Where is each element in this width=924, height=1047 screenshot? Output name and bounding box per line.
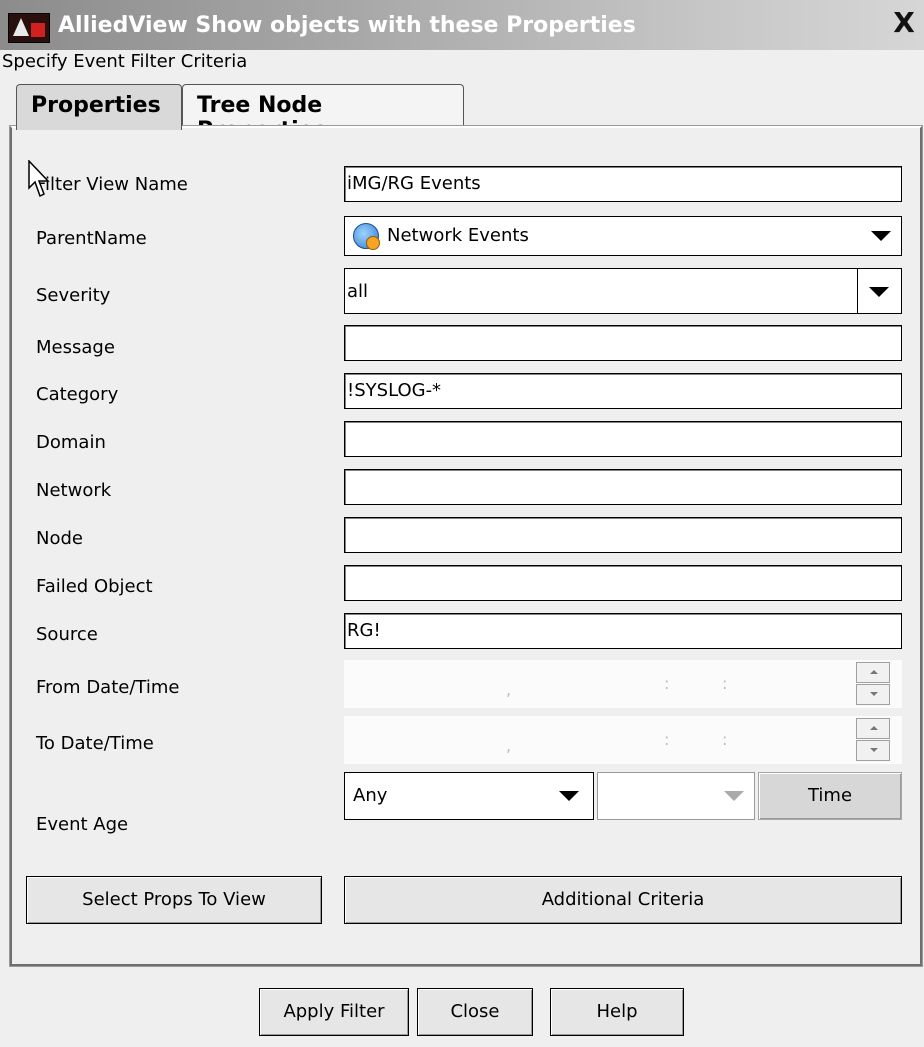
close-button[interactable]: Close xyxy=(417,988,533,1036)
mouse-pointer-icon xyxy=(28,160,50,198)
severity-value: all xyxy=(347,281,369,302)
source-input[interactable]: RG! xyxy=(344,613,902,649)
from-datetime-separator: : xyxy=(664,674,670,693)
spin-down-icon[interactable] xyxy=(856,684,890,705)
tab-properties-label: Properties xyxy=(31,93,161,118)
message-label: Message xyxy=(36,337,115,358)
parent-name-label: ParentName xyxy=(36,228,147,249)
time-button-label: Time xyxy=(807,785,853,806)
failed-object-label: Failed Object xyxy=(36,576,153,597)
category-label: Category xyxy=(36,384,119,405)
additional-criteria-label: Additional Criteria xyxy=(541,889,705,910)
event-age-unit-select[interactable] xyxy=(597,772,755,820)
event-age-select[interactable]: Any xyxy=(344,772,594,820)
to-datetime-spin-buttons xyxy=(856,718,890,762)
to-datetime-separator: : xyxy=(664,730,670,749)
failed-object-input[interactable] xyxy=(344,565,902,601)
parent-name-value: Network Events xyxy=(387,225,529,246)
severity-label: Severity xyxy=(36,285,111,306)
from-datetime-label: From Date/Time xyxy=(36,677,180,698)
to-datetime-label: To Date/Time xyxy=(36,733,154,754)
close-label: Close xyxy=(450,1001,500,1022)
filter-view-name-label: Filter View Name xyxy=(36,174,188,195)
alliedview-logo-icon xyxy=(8,13,50,43)
network-label: Network xyxy=(36,480,112,501)
domain-label: Domain xyxy=(36,432,106,453)
chevron-down-icon xyxy=(724,791,744,801)
select-props-to-view-button[interactable]: Select Props To View xyxy=(26,876,322,924)
node-label: Node xyxy=(36,528,83,549)
help-button[interactable]: Help xyxy=(550,988,684,1036)
severity-select[interactable]: all xyxy=(344,268,902,314)
dialog-subtitle: Specify Event Filter Criteria xyxy=(2,51,248,72)
window-title: AlliedView Show objects with these Prope… xyxy=(58,13,636,38)
title-bar: AlliedView Show objects with these Prope… xyxy=(0,0,924,50)
time-button[interactable]: Time xyxy=(758,772,902,820)
apply-filter-button[interactable]: Apply Filter xyxy=(259,988,409,1036)
severity-dropdown-button[interactable] xyxy=(857,269,901,313)
tab-tree-node-properties[interactable]: Tree Node Properties xyxy=(182,84,464,143)
from-datetime-spin-buttons xyxy=(856,662,890,706)
close-window-button[interactable]: X xyxy=(890,8,918,38)
select-props-to-view-label: Select Props To View xyxy=(82,889,266,910)
filter-view-name-input[interactable]: iMG/RG Events xyxy=(344,166,902,202)
node-input[interactable] xyxy=(344,517,902,553)
to-datetime-separator: : xyxy=(722,730,728,749)
spin-down-icon[interactable] xyxy=(856,740,890,761)
tab-properties[interactable]: Properties xyxy=(16,84,182,130)
chevron-down-icon xyxy=(559,791,579,801)
spin-up-icon[interactable] xyxy=(856,718,890,739)
from-datetime-separator: : xyxy=(722,674,728,693)
network-input[interactable] xyxy=(344,469,902,505)
chevron-down-icon xyxy=(871,231,891,241)
event-age-value: Any xyxy=(353,785,388,806)
domain-input[interactable] xyxy=(344,421,902,457)
apply-filter-label: Apply Filter xyxy=(283,1001,385,1022)
additional-criteria-button[interactable]: Additional Criteria xyxy=(344,876,902,924)
help-label: Help xyxy=(596,1001,638,1022)
category-input[interactable]: !SYSLOG-* xyxy=(344,373,902,409)
to-datetime-separator: , xyxy=(506,736,512,755)
parent-name-select[interactable]: Network Events xyxy=(344,216,902,256)
from-datetime-spinner[interactable]: , : : xyxy=(344,660,902,708)
from-datetime-separator: , xyxy=(506,680,512,699)
network-events-icon xyxy=(353,223,380,250)
to-datetime-spinner[interactable]: , : : xyxy=(344,716,902,764)
spin-up-icon[interactable] xyxy=(856,662,890,683)
source-label: Source xyxy=(36,624,98,645)
chevron-down-icon xyxy=(869,287,889,297)
event-age-label: Event Age xyxy=(36,814,129,835)
message-input[interactable] xyxy=(344,325,902,361)
